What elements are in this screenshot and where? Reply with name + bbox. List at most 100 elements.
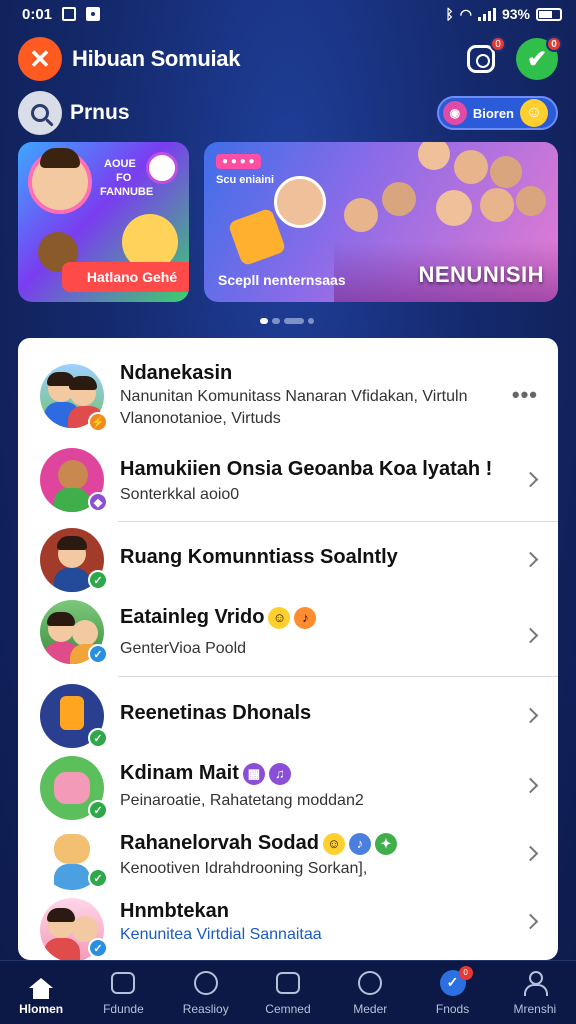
chevron-right-icon[interactable] (522, 845, 539, 862)
banner-left-text-2: FO (116, 172, 132, 184)
camera-button[interactable]: 0 (460, 36, 506, 80)
camera-icon (467, 45, 495, 73)
list-item[interactable]: ◆ Hamukiien Onsia Geoanba Koa lyatah ! S… (18, 442, 558, 522)
nav-item-label: Reaslioy (182, 1001, 229, 1016)
list-item-subtitle: Nanunitan Komunitass Nanaran Vfidakan, V… (120, 388, 468, 405)
nav-item-label: Mrenshi (513, 1001, 557, 1016)
banner-subtitle: Scu eniaini (216, 174, 275, 186)
carousel-dot[interactable] (272, 318, 280, 324)
carousel-dot-active[interactable] (260, 318, 268, 324)
app-title: Hibuan Somuiak (72, 46, 241, 71)
chevron-right-icon[interactable] (522, 913, 539, 930)
list-item-title: Ruang Komunntiass Soalntly (120, 546, 398, 568)
check-icon: ✔ (526, 45, 548, 73)
banner-left[interactable]: AOUE FO FANNUBE Hatlano Gehé (18, 142, 189, 302)
nav-item-search[interactable]: Meder (338, 970, 402, 1016)
search-label[interactable]: Prnus (70, 101, 130, 125)
nav-item-list[interactable]: Cemned (256, 970, 320, 1016)
list-item[interactable]: ⚡ Ndanekasin Nanunitan Komunitass Nanara… (18, 356, 558, 436)
battery-percent: 93% (501, 6, 530, 22)
nav-item-profile[interactable]: Mrenshi (503, 970, 567, 1016)
list-item-title: Rahanelorvah Sodad ☺ ♪ ✦ (120, 832, 397, 855)
nav-item-home[interactable]: Hlomen (9, 970, 73, 1016)
search-button[interactable] (18, 91, 62, 135)
chevron-right-icon[interactable] (522, 471, 539, 488)
battery-icon (536, 7, 562, 21)
banner-person-image (274, 176, 326, 228)
nav-item-explore[interactable]: Reaslioy (174, 970, 238, 1016)
bluetooth-icon: ᛒ (445, 6, 454, 22)
status-badge: ⚡ (88, 412, 108, 432)
status-badge: ✓ (88, 644, 108, 664)
list-item-subtitle: GenterVioa Poold (120, 640, 247, 657)
status-badge: ✓ (88, 728, 108, 748)
status-badge: ◆ (88, 492, 108, 512)
status-time: 0:01 (22, 5, 53, 23)
search-icon (31, 104, 49, 122)
list-item[interactable]: ✓ Ruang Komunntiass Soalntly (18, 524, 558, 596)
group-person-image (480, 188, 514, 222)
banner-badge-icon (146, 152, 178, 184)
list-item-subtitle: Kenootiven Idrahdrooning Sorkan], (120, 860, 368, 877)
list-item-title: Reenetinas Dhonals (120, 702, 312, 724)
search-icon (358, 970, 383, 995)
smile-emoji-icon: ☺ (322, 832, 345, 855)
nav-item-label: Meder (353, 1001, 388, 1016)
list-item[interactable]: ✓ Reenetinas Dhonals (18, 680, 558, 754)
carousel-dots[interactable] (260, 318, 314, 324)
list-item[interactable]: ✓ Hnmbtekan Kenunitea Virtdial Sannaitaa (18, 896, 558, 960)
status-bar: 0:01 ᛒ ◠ 93% (0, 0, 576, 28)
nav-item-label: Hlomen (19, 1001, 64, 1016)
carousel-dot[interactable] (284, 318, 304, 324)
chevron-right-icon[interactable] (522, 627, 539, 644)
banner-right-headline: NENUNISIH (418, 262, 544, 287)
banner-right-caption: Scepll nenternsaas (218, 272, 346, 288)
chevron-right-icon[interactable] (522, 777, 539, 794)
list-item[interactable]: ✓ Rahanelorvah Sodad ☺ ♪ ✦ Kenootiven Idrah… (18, 826, 558, 900)
music-emoji-icon: ♪ (294, 606, 317, 629)
app-logo-icon[interactable]: ✕ (18, 37, 62, 81)
verified-button[interactable]: ✔ 0 (516, 36, 562, 80)
chevron-right-icon[interactable] (522, 707, 539, 724)
explore-icon (193, 970, 218, 995)
list-item-subtitle: Sonterkkal aoio0 (120, 486, 240, 503)
divider (118, 676, 558, 677)
community-list: ⚡ Ndanekasin Nanunitan Komunitass Nanara… (18, 338, 558, 960)
nav-item-chat[interactable]: Fdunde (91, 970, 155, 1016)
trophy-emoji-icon: ✦ (374, 832, 397, 855)
list-item-title: Eatainleg Vrido ☺ ♪ (120, 606, 317, 629)
banner-tag: ● ● ● ● (216, 154, 261, 169)
list-item-title: Hnmbtekan (120, 900, 229, 922)
chat-icon (111, 971, 136, 994)
banner-left-cta-button[interactable]: Hatlano Gehé (62, 262, 189, 292)
status-badge: ✓ (88, 938, 108, 958)
profile-icon (523, 970, 548, 996)
group-person-image (382, 182, 416, 216)
more-options-icon[interactable]: ••• (512, 382, 538, 408)
nav-item-verified[interactable]: ✓ 0 Fnods (421, 965, 485, 1016)
list-item[interactable]: ✓ Eatainleg Vrido ☺ ♪ GenterVioa Poold (18, 596, 558, 676)
carousel-dot[interactable] (308, 318, 314, 324)
emoji-icon: ☺ (520, 99, 548, 127)
banner-right[interactable]: ● ● ● ● Scu eniaini Scepll nenternsaas N… (204, 142, 558, 302)
banner-left-text-1: AOUE (104, 158, 136, 170)
notification-icon (62, 7, 77, 21)
group-person-image (516, 186, 546, 216)
music-emoji-icon: ♪ (348, 832, 371, 855)
chevron-right-icon[interactable] (522, 551, 539, 568)
list-item-subtitle: Peinaroatie, Rahatetang moddan2 (120, 792, 364, 809)
nav-badge: 0 (458, 965, 473, 980)
banner-left-text-3: FANNUBE (100, 186, 154, 198)
group-person-image (436, 190, 472, 226)
list-item-subtitle[interactable]: Kenunitea Virtdial Sannaitaa (120, 926, 322, 944)
home-icon (29, 977, 54, 999)
discover-pill[interactable]: ◉ Bioren ☺ (436, 96, 558, 130)
status-badge: ✓ (88, 570, 108, 590)
list-item-subtitle-2: Vlanonotanioe, Virtuds (120, 410, 281, 427)
list-item[interactable]: ✓ Kdinam Mait ▦ ♫ Peinaroatie, Rahatetang … (18, 754, 558, 828)
nav-item-label: Cemned (265, 1001, 311, 1016)
bottom-navigation: Hlomen Fdunde Reaslioy Cemned Meder ✓ 0 … (0, 960, 576, 1024)
status-badge: ✓ (88, 868, 108, 888)
gift-emoji-icon: ▦ (242, 762, 265, 785)
wifi-icon: ◠ (459, 5, 472, 22)
